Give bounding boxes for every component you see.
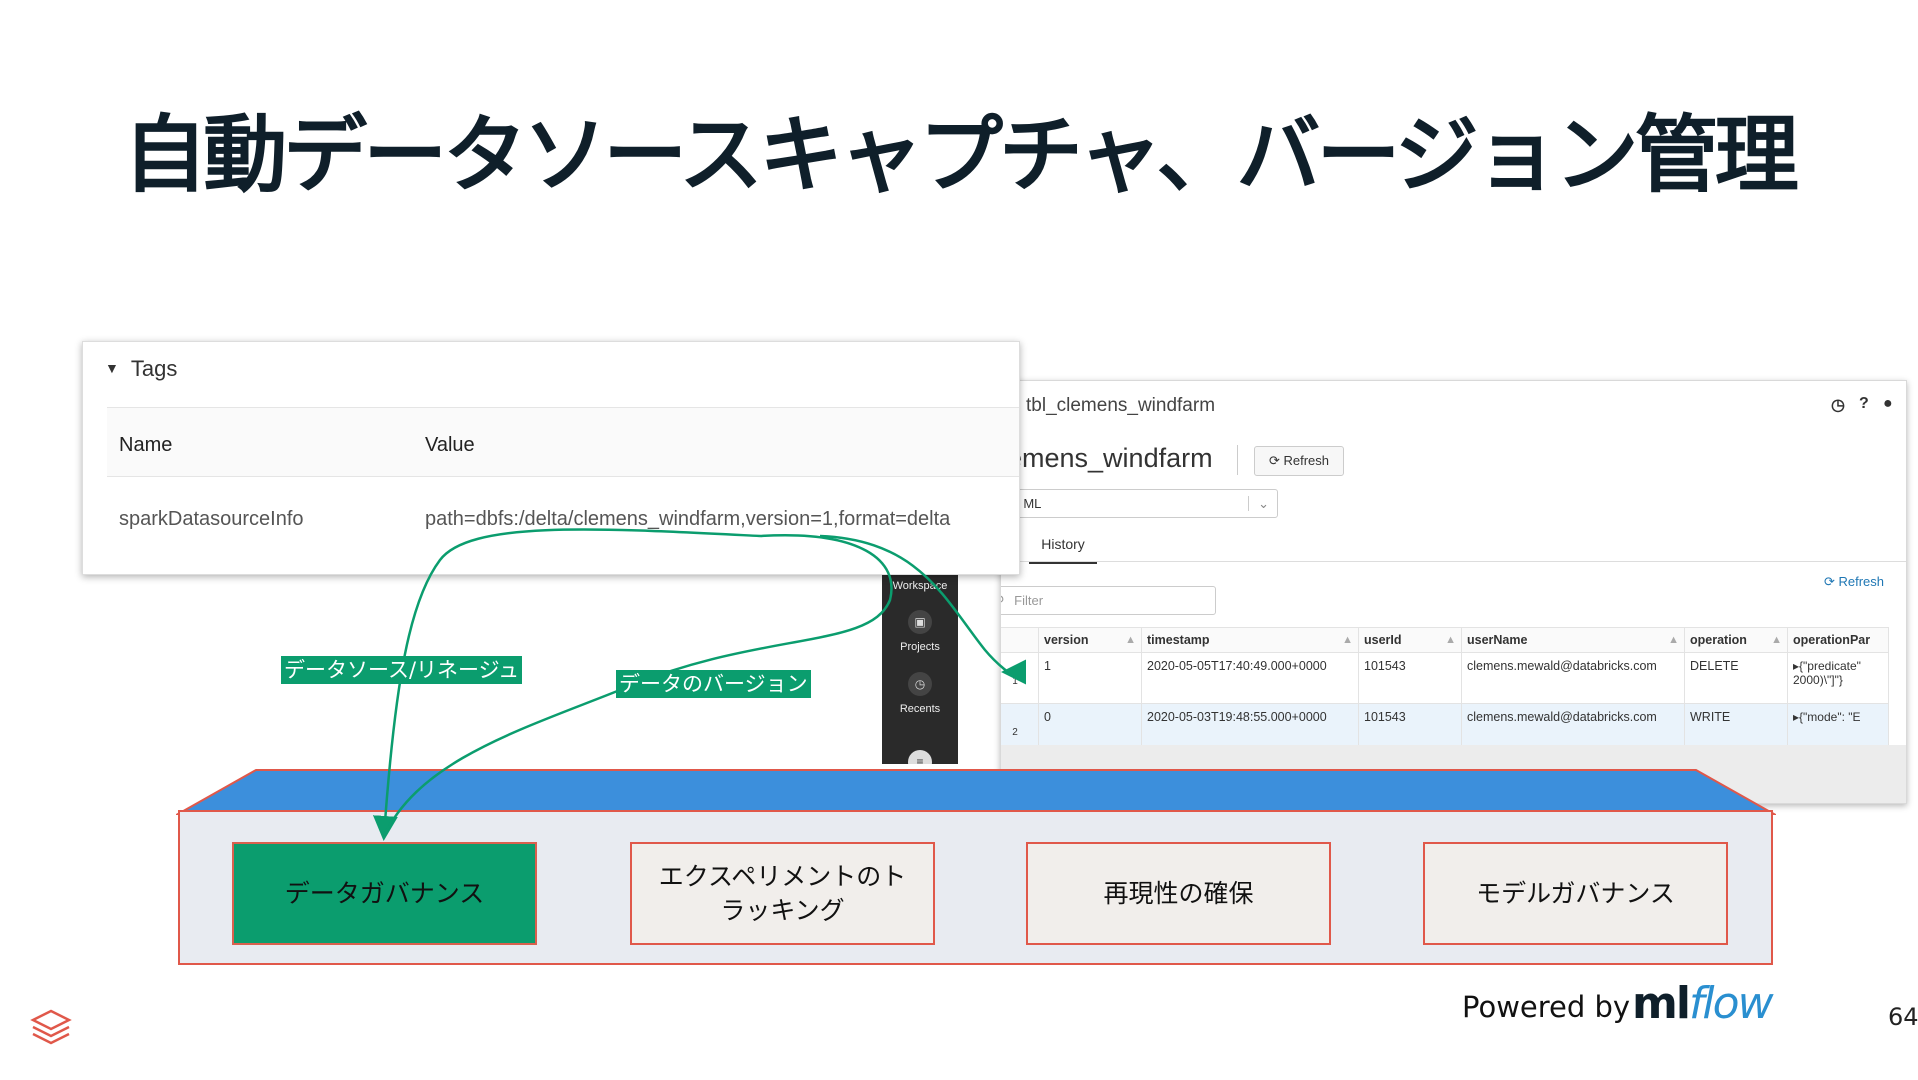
version-link-arrow bbox=[819, 534, 1027, 685]
page-number: 64 bbox=[1888, 1003, 1918, 1031]
databricks-logo-icon bbox=[30, 1009, 72, 1045]
mlflow-logo: mlflow bbox=[1632, 978, 1774, 1029]
logo-flow: flow bbox=[1688, 978, 1774, 1029]
annotation-data-version: データのバージョン bbox=[616, 670, 811, 698]
powered-by-text: Powered by bbox=[1462, 990, 1631, 1024]
annotation-lineage: データソース/リネージュ bbox=[281, 656, 523, 684]
logo-ml: ml bbox=[1632, 978, 1691, 1029]
annotation-arrows bbox=[372, 528, 1027, 841]
